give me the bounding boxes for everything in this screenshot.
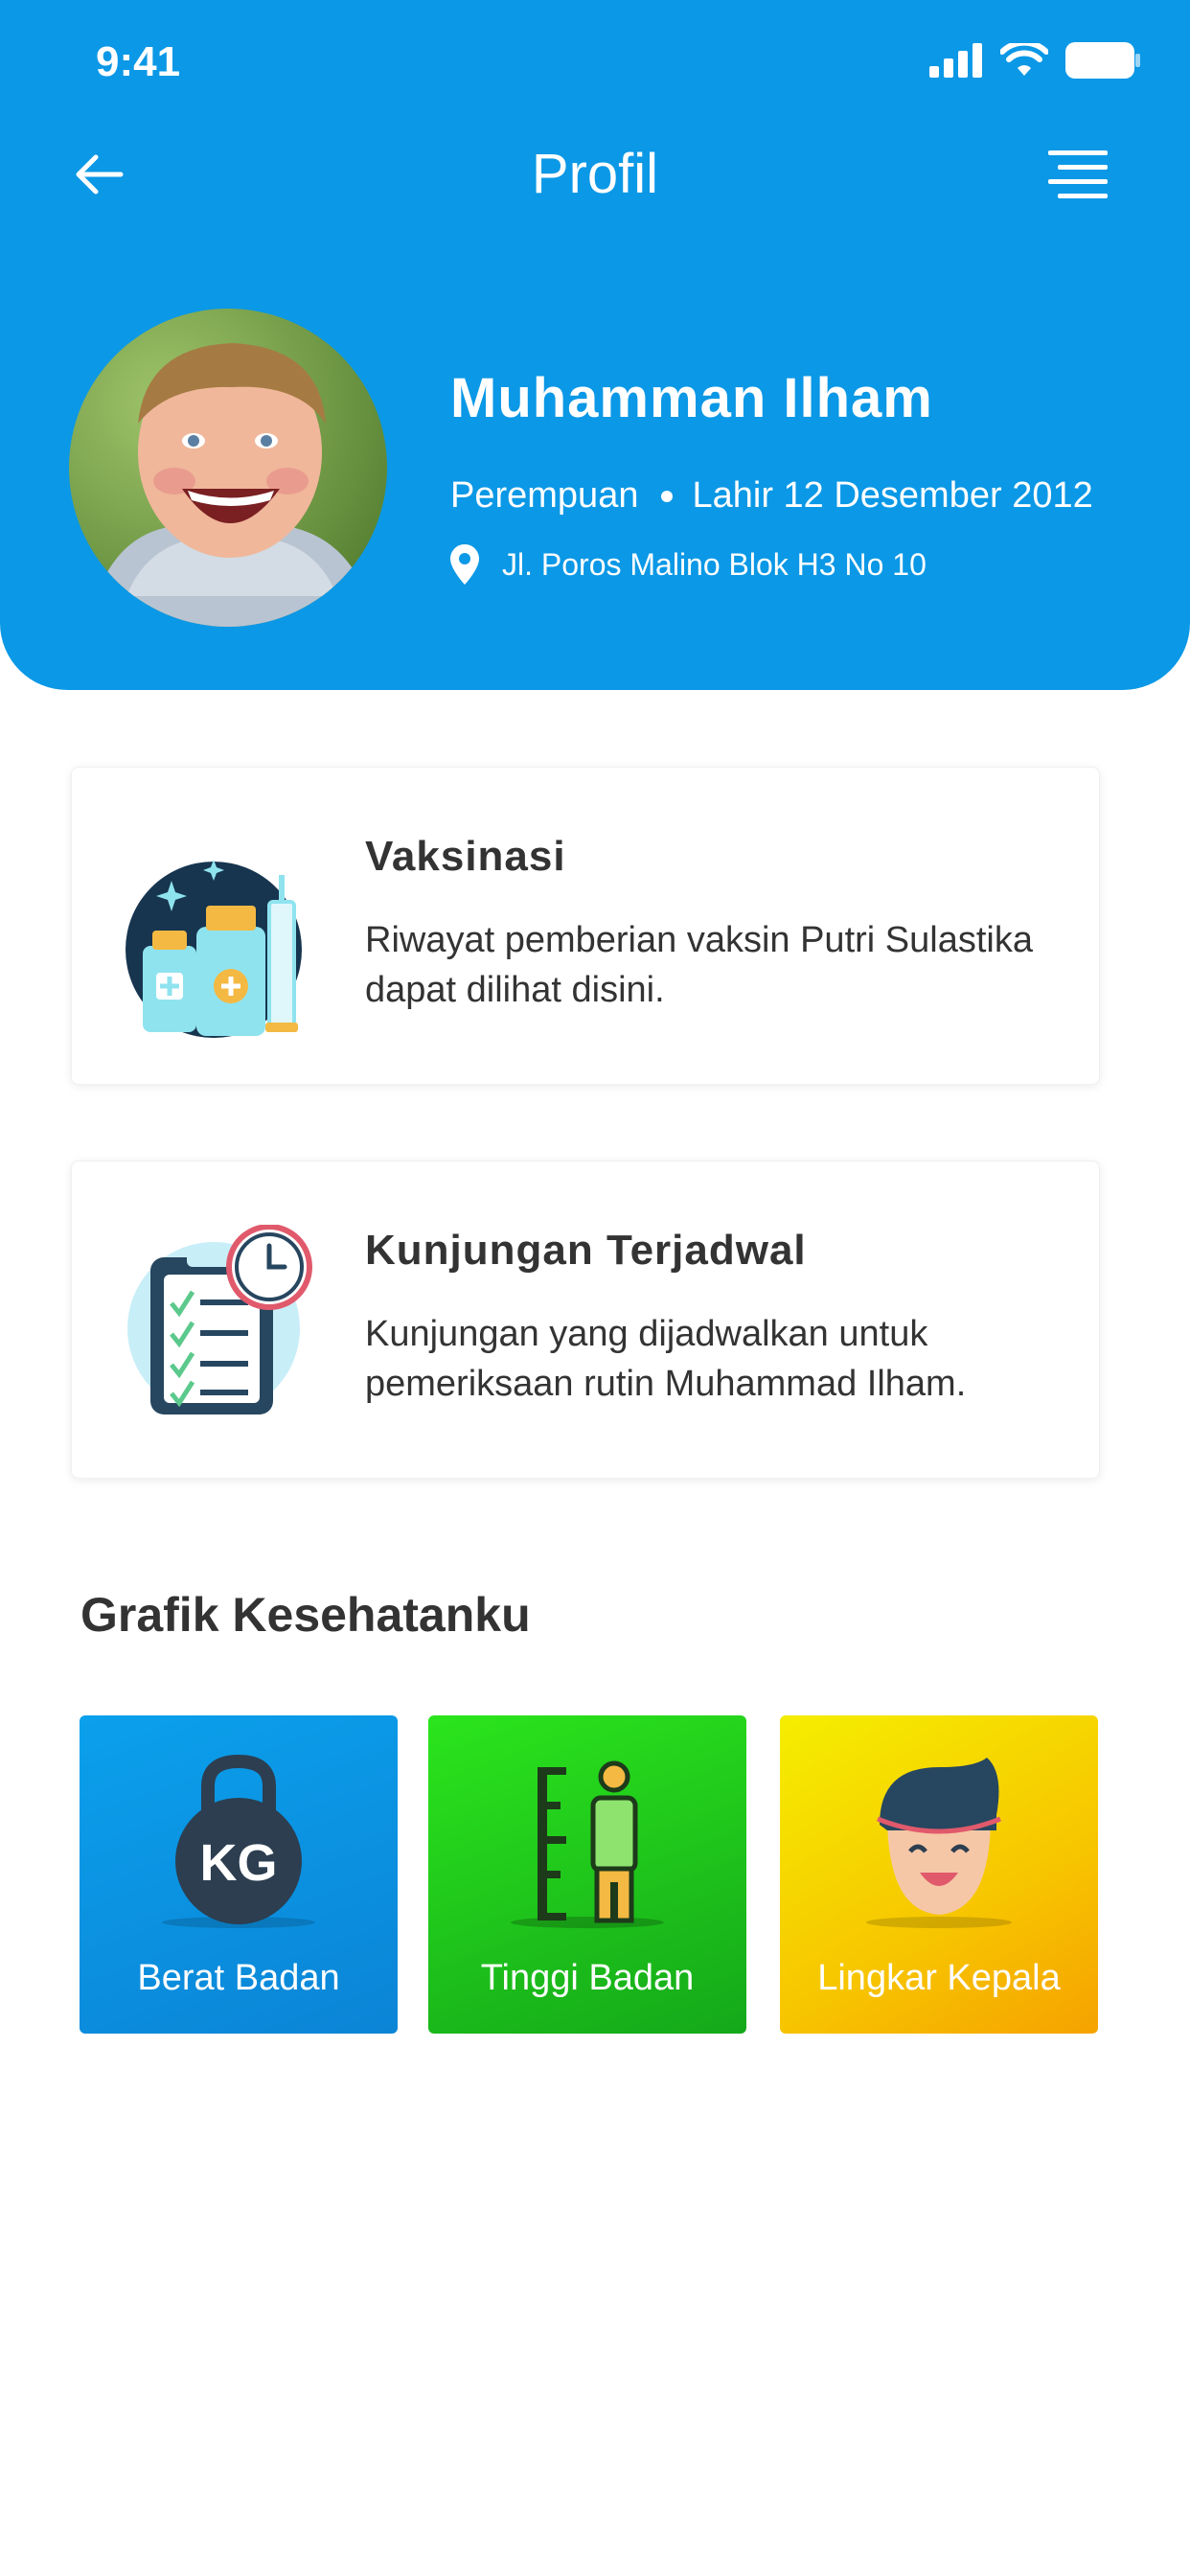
page-title: Profil	[531, 143, 659, 205]
tile-label: Berat Badan	[137, 1958, 340, 1998]
profile-address: Jl. Poros Malino Blok H3 No 10	[502, 546, 927, 582]
status-time: 9:41	[96, 38, 181, 85]
head-circumference-tile[interactable]: Lingkar Kepala	[780, 1715, 1098, 2034]
profile-gender: Perempuan	[450, 475, 639, 516]
height-ruler-icon	[511, 1760, 664, 1928]
card-description: Riwayat pemberian vaksin Putri Sulastika…	[365, 920, 1033, 1010]
menu-icon[interactable]	[1048, 149, 1108, 200]
battery-icon	[1065, 42, 1140, 79]
profile-birth: Lahir 12 Desember 2012	[692, 475, 1093, 516]
profile-header: 9:41 Profil Muhamman Ilham Perempuan Lah…	[0, 0, 1190, 690]
tile-label: Tinggi Badan	[480, 1958, 695, 1998]
profile-address-row: Jl. Poros Malino Blok H3 No 10	[450, 544, 927, 585]
child-photo	[69, 309, 387, 627]
card-description: Kunjungan yang dijadwalkan untuk pemerik…	[365, 1314, 967, 1404]
scheduled-visit-card[interactable]: Kunjungan Terjadwal Kunjungan yang dijad…	[71, 1161, 1100, 1479]
weight-tile[interactable]: KG Berat Badan	[80, 1715, 398, 2034]
profile-name: Muhamman Ilham	[450, 367, 933, 429]
card-title: Kunjungan Terjadwal	[365, 1227, 807, 1274]
profile-meta: Perempuan Lahir 12 Desember 2012	[450, 475, 1093, 517]
section-title: Grafik Kesehatanku	[80, 1588, 531, 1642]
signal-icon	[929, 43, 982, 78]
separator-dot	[661, 490, 674, 502]
avatar	[69, 309, 387, 627]
head-circumference-icon	[866, 1758, 1012, 1928]
vaccination-card[interactable]: Vaksinasi Riwayat pemberian vaksin Putri…	[71, 767, 1100, 1085]
wifi-icon	[1000, 43, 1048, 76]
vaccine-icon	[126, 860, 302, 1038]
height-tile[interactable]: Tinggi Badan	[428, 1715, 746, 2034]
tile-label: Lingkar Kepala	[817, 1958, 1061, 1998]
location-pin-icon	[450, 544, 479, 585]
weight-kg-icon: KG	[162, 1754, 315, 1928]
svg-text:KG: KG	[200, 1834, 278, 1892]
schedule-clipboard-icon	[127, 1225, 312, 1414]
status-icons	[929, 42, 1140, 79]
card-title: Vaksinasi	[365, 833, 566, 880]
